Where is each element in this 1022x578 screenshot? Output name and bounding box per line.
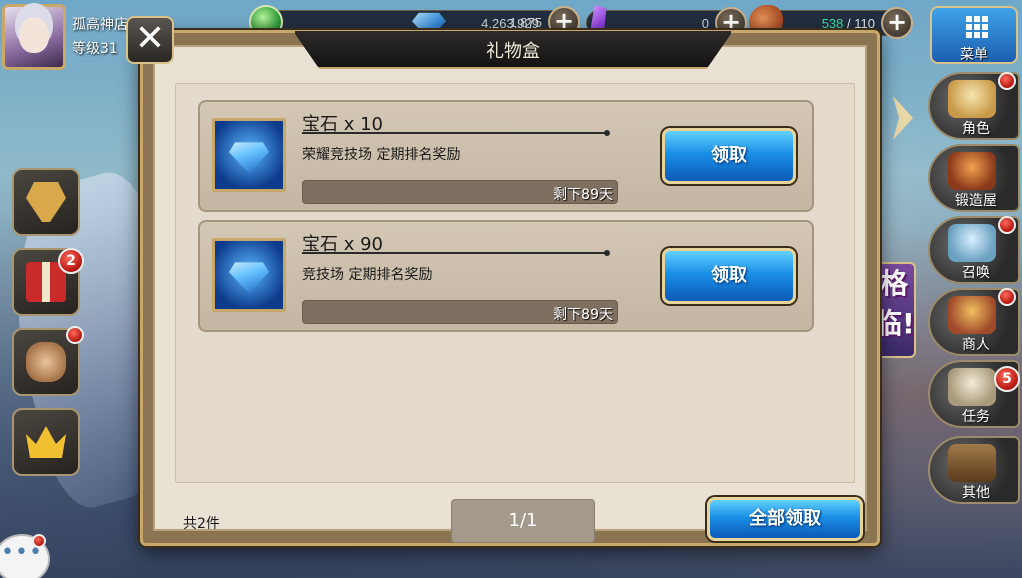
page-indicator: 1/1 — [451, 499, 595, 543]
claim-button[interactable]: 领取 — [662, 128, 796, 184]
gift-item-frame — [212, 118, 286, 192]
gift-box-button[interactable]: 2 — [12, 248, 84, 316]
expiry-bar: 剩下89天 — [302, 180, 618, 204]
modal-title-bar: 礼物盒 — [293, 31, 733, 69]
divider — [302, 130, 610, 136]
modal-panel: 宝石 x 10 荣耀竞技场 定期排名奖励 剩下89天 领取 宝石 x 90 竞技… — [153, 45, 867, 543]
gems-value: 1,875 — [509, 15, 542, 30]
expiry-text: 剩下89天 — [553, 307, 613, 323]
gift-list[interactable]: 宝石 x 10 荣耀竞技场 定期排名奖励 剩下89天 领取 宝石 x 90 竞技… — [175, 83, 855, 483]
gift-count-badge: 2 — [58, 248, 84, 274]
gift-box-modal: 宝石 x 10 荣耀竞技场 定期排名奖励 剩下89天 领取 宝石 x 90 竞技… — [140, 30, 880, 546]
sidebar-item-label: 其他 — [962, 485, 990, 501]
stamina-current: 538 — [821, 16, 844, 31]
forge-icon — [948, 152, 996, 190]
gift-item-description: 竞技场 定期排名奖励 — [302, 267, 433, 283]
sidebar-item-label: 角色 — [962, 121, 990, 137]
modal-title: 礼物盒 — [486, 41, 540, 62]
summon-icon — [948, 224, 996, 262]
gem-icon — [229, 262, 269, 293]
friends-button[interactable] — [12, 326, 84, 396]
sidebar-item-label: 锻造屋 — [955, 193, 997, 209]
handshake-icon — [26, 342, 66, 382]
crystals-value: 0 — [701, 16, 709, 31]
notice-button[interactable] — [12, 168, 80, 236]
stamina-max: 110 — [854, 16, 875, 31]
signpost-icon — [26, 182, 66, 222]
door-icon — [948, 444, 996, 482]
notification-dot — [998, 216, 1016, 234]
menu-label: 菜单 — [960, 47, 988, 63]
sidebar-item-summon[interactable]: 召唤 — [928, 216, 1020, 284]
ranking-button[interactable] — [12, 408, 80, 476]
notification-dot — [998, 72, 1016, 90]
sidebar-item-merchant[interactable]: 商人 — [928, 288, 1020, 356]
divider — [302, 250, 610, 256]
sidebar-item-label: 任务 — [962, 409, 990, 425]
menu-button[interactable]: 菜单 — [930, 6, 1018, 64]
merchant-icon — [948, 296, 996, 334]
stamina-value: 538 / 110 — [822, 16, 875, 31]
gem-icon — [229, 142, 269, 173]
claim-all-button[interactable]: 全部领取 — [707, 497, 863, 541]
crown-icon — [26, 426, 66, 458]
player-level: 等级31 — [72, 41, 118, 57]
gift-item: 宝石 x 90 竞技场 定期排名奖励 剩下89天 领取 — [198, 220, 814, 332]
sidebar-item-quest[interactable]: 任务 5 — [928, 360, 1020, 428]
close-button[interactable]: ✕ — [126, 16, 174, 64]
sidebar-item-character[interactable]: 角色 — [928, 72, 1020, 140]
gift-item: 宝石 x 10 荣耀竞技场 定期排名奖励 剩下89天 领取 — [198, 100, 814, 212]
grid-icon — [966, 16, 988, 38]
sidebar-item-forge[interactable]: 锻造屋 — [928, 144, 1020, 212]
player-avatar[interactable] — [2, 4, 66, 70]
chat-notification-dot — [32, 534, 46, 548]
claim-button[interactable]: 领取 — [662, 248, 796, 304]
sidebar-item-label: 商人 — [962, 337, 990, 353]
sidebar-item-other[interactable]: 其他 — [928, 436, 1020, 504]
expiry-bar: 剩下89天 — [302, 300, 618, 324]
quest-icon — [948, 368, 996, 406]
player-name: 孤高神店 — [72, 17, 128, 33]
gift-item-frame — [212, 238, 286, 312]
character-icon — [948, 80, 996, 118]
stamina-separator: / — [847, 16, 851, 31]
event-banner-text: 格 临! — [874, 267, 915, 340]
expiry-text: 剩下89天 — [553, 187, 613, 203]
notification-dot — [66, 326, 84, 344]
quest-count-badge: 5 — [994, 366, 1020, 392]
total-count: 共2件 — [183, 516, 220, 532]
gift-item-description: 荣耀竞技场 定期排名奖励 — [302, 147, 461, 163]
sidebar-item-label: 召唤 — [962, 265, 990, 281]
notification-dot — [998, 288, 1016, 306]
add-stamina-button[interactable]: + — [881, 7, 913, 39]
